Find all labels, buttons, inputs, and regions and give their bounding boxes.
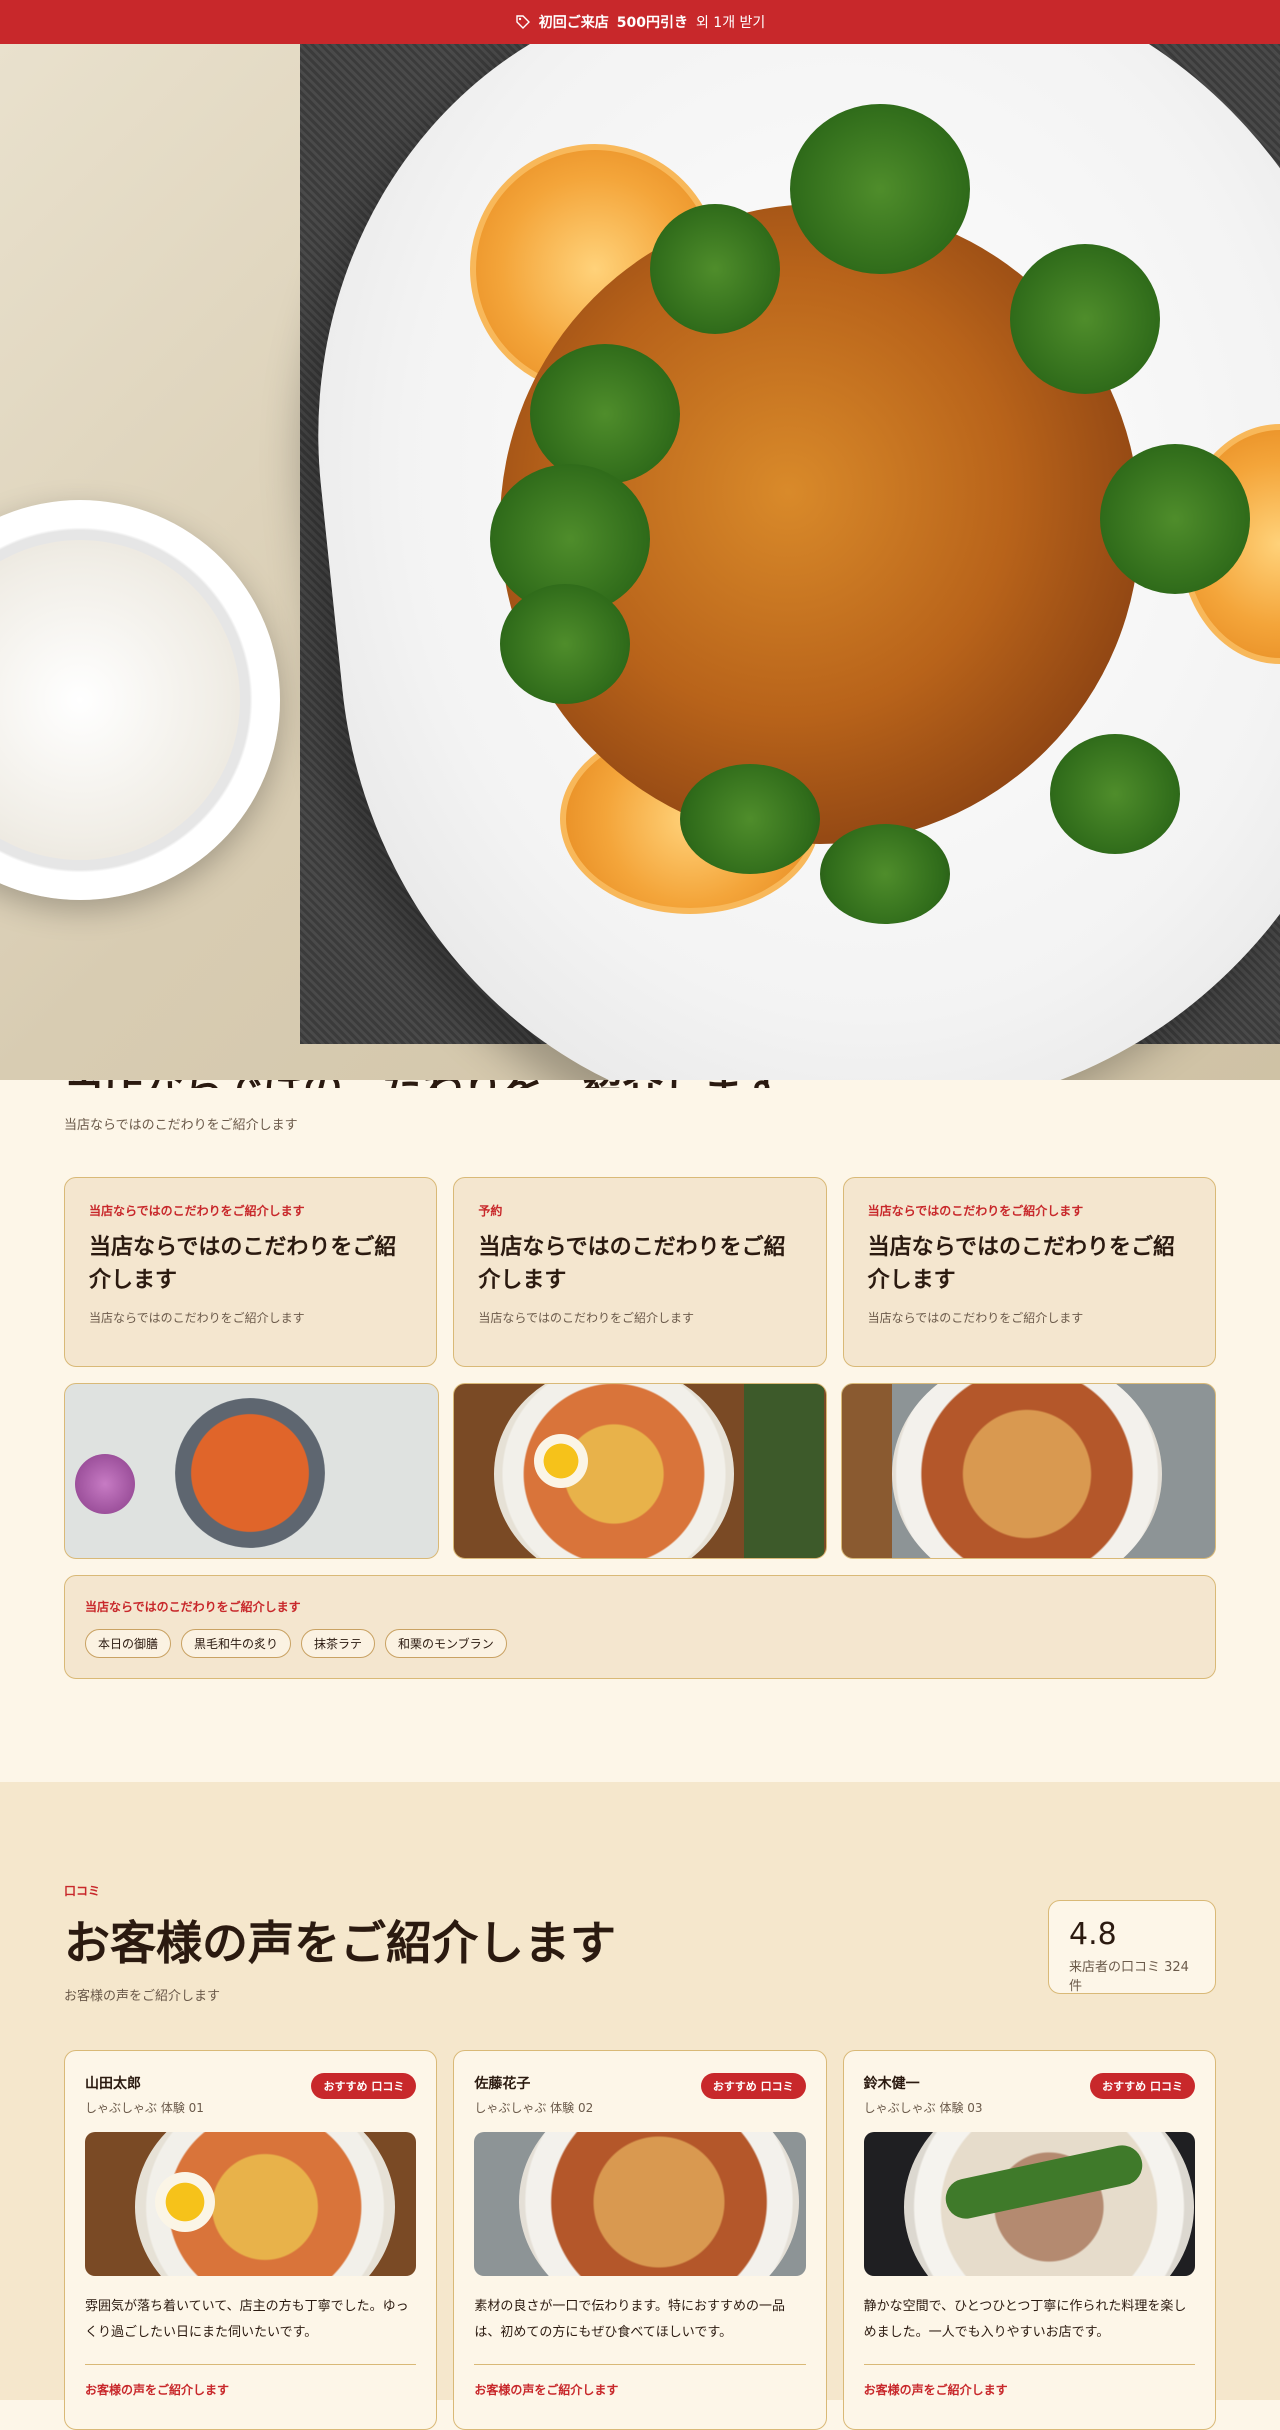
- feature-eyebrow: 当店ならではのこだわりをご紹介します: [89, 1204, 305, 1218]
- hero-image: [0, 44, 1280, 1080]
- reviews-subtitle: お客様の声をご紹介します: [64, 1989, 221, 2004]
- review-meta: しゃぶしゃぶ 体験 01: [85, 2101, 204, 2115]
- feature-desc: 当店ならではのこだわりをご紹介します: [867, 1311, 1084, 1325]
- tag-icon: [516, 15, 530, 29]
- reviewer-name: 佐藤花子: [474, 2076, 531, 2092]
- menu-tags: 当店ならではのこだわりをご紹介します 本日の御膳 黒毛和牛の炙り 抹茶ラテ 和栗…: [64, 1575, 1216, 1679]
- intro-section: 当店ならではのこだわりをご紹介します 当店ならではのこだわりをご紹介します 当店…: [0, 1058, 1280, 1679]
- menu-tag-chip[interactable]: 抹茶ラテ: [301, 1629, 376, 1658]
- feature-desc: 当店ならではのこだわりをご紹介します: [89, 1311, 305, 1325]
- feature-title: 当店ならではのこだわりをご紹介します: [478, 1235, 786, 1293]
- review-cards: 山田太郎 しゃぶしゃぶ 体験 01 おすすめ 口コミ 雰囲気が落ち着いていて、店…: [64, 2050, 1216, 2430]
- reviewer-name: 鈴木健一: [863, 2076, 920, 2092]
- intro-subtitle: 当店ならではのこだわりをご紹介します: [64, 1118, 298, 1133]
- review-meta: しゃぶしゃぶ 体験 03: [863, 2101, 983, 2115]
- review-text: 雰囲気が落ち着いていて、店主の方も丁寧でした。ゆっくり過ごしたい日にまた伺いたい…: [85, 2299, 409, 2340]
- reviews-section: 口コミ お客様の声をご紹介します お客様の声をご紹介します 4.8 来店者の口コ…: [0, 1782, 1280, 2430]
- feature-card[interactable]: 当店ならではのこだわりをご紹介します 当店ならではのこだわりをご紹介します 当店…: [64, 1177, 438, 1367]
- review-link[interactable]: お客様の声をご紹介します: [864, 2381, 1195, 2398]
- review-photo: [474, 2132, 806, 2276]
- promo-banner[interactable]: 初回ご来店 500円引き 외 1개 받기: [0, 0, 1280, 44]
- menu-tag-chip[interactable]: 黒毛和牛の炙り: [181, 1629, 292, 1658]
- rating-value: 4.8: [1069, 1917, 1117, 1952]
- review-card[interactable]: 鈴木健一 しゃぶしゃぶ 体験 03 おすすめ 口コミ 静かな空間で、ひとつひとつ…: [842, 2050, 1216, 2430]
- reviews-title: お客様の声をご紹介します: [64, 1916, 616, 1970]
- rating-summary: 4.8 来店者の口コミ 324件: [1048, 1900, 1216, 1994]
- rating-count: 来店者の口コミ 324件: [1069, 1960, 1189, 1994]
- gallery-photo-soup[interactable]: [64, 1383, 439, 1559]
- review-link[interactable]: お客様の声をご紹介します: [474, 2381, 805, 2398]
- promo-rest: 외 1개 받기: [695, 15, 766, 31]
- reviews-eyebrow: 口コミ: [64, 1884, 101, 1898]
- feature-title: 当店ならではのこだわりをご紹介します: [89, 1235, 397, 1293]
- feature-cards: 当店ならではのこだわりをご紹介します 当店ならではのこだわりをご紹介します 当店…: [64, 1177, 1216, 1367]
- gallery-photo-noodles[interactable]: [841, 1383, 1217, 1559]
- review-meta: しゃぶしゃぶ 体験 02: [474, 2101, 594, 2115]
- review-text: 静かな空間で、ひとつひとつ丁寧に作られた料理を楽しめました。一人でも入りやすいお…: [863, 2299, 1187, 2340]
- feature-card[interactable]: 予約 当店ならではのこだわりをご紹介します 当店ならではのこだわりをご紹介します: [453, 1177, 827, 1367]
- review-photo: [85, 2132, 417, 2276]
- feature-eyebrow: 予約: [478, 1204, 503, 1218]
- feature-desc: 当店ならではのこだわりをご紹介します: [478, 1311, 694, 1325]
- review-text: 素材の良さが一口で伝わります。特におすすめの一品は、初めての方にもぜひ食べてほし…: [474, 2299, 786, 2340]
- review-card[interactable]: 佐藤花子 しゃぶしゃぶ 体験 02 おすすめ 口コミ 素材の良さが一口で伝わりま…: [453, 2050, 827, 2430]
- feature-eyebrow: 当店ならではのこだわりをご紹介します: [867, 1204, 1084, 1218]
- reviewer-name: 山田太郎: [85, 2076, 141, 2092]
- feature-title: 当店ならではのこだわりをご紹介します: [867, 1235, 1175, 1293]
- review-photo: [863, 2132, 1195, 2276]
- review-badge: おすすめ 口コミ: [311, 2073, 417, 2099]
- promo-amount: 500円引き: [616, 15, 688, 31]
- tags-eyebrow: 当店ならではのこだわりをご紹介します: [85, 1600, 301, 1614]
- review-badge: おすすめ 口コミ: [700, 2073, 806, 2099]
- review-link[interactable]: お客様の声をご紹介します: [85, 2381, 416, 2398]
- promo-strong: 初回ご来店: [538, 15, 609, 31]
- review-badge: おすすめ 口コミ: [1090, 2073, 1195, 2099]
- photo-gallery: [64, 1383, 1217, 1559]
- feature-card[interactable]: 当店ならではのこだわりをご紹介します 当店ならではのこだわりをご紹介します 当店…: [842, 1177, 1216, 1367]
- review-card[interactable]: 山田太郎 しゃぶしゃぶ 体験 01 おすすめ 口コミ 雰囲気が落ち着いていて、店…: [64, 2050, 438, 2430]
- gallery-photo-ramen[interactable]: [452, 1383, 828, 1559]
- menu-tag-chip[interactable]: 本日の御膳: [85, 1629, 172, 1658]
- menu-tag-chip[interactable]: 和栗のモンブラン: [385, 1629, 507, 1658]
